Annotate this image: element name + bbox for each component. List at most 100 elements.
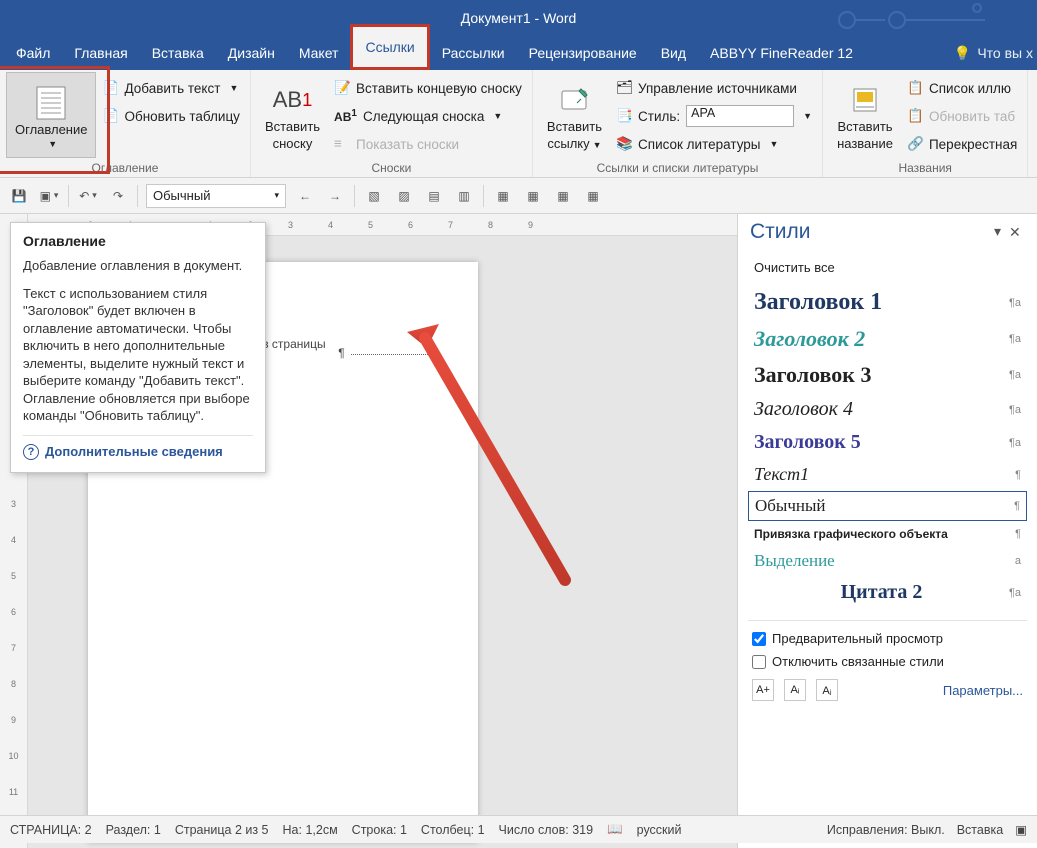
- new-style-icon[interactable]: A+: [752, 679, 774, 701]
- style-item[interactable]: Привязка графического объекта¶: [748, 523, 1027, 545]
- preview-checkbox[interactable]: Предварительный просмотр: [752, 631, 1023, 646]
- tab-insert[interactable]: Вставка: [140, 36, 216, 70]
- window-decoration-icon: [827, 2, 997, 34]
- tab-file[interactable]: Файл: [4, 36, 62, 70]
- tooltip-text-1: Добавление оглавления в документ.: [23, 257, 253, 275]
- demote-icon[interactable]: →: [324, 185, 346, 207]
- tab-layout[interactable]: Макет: [287, 36, 351, 70]
- group-footnotes: AB1 Вставить сноску 📝 Вставить концевую …: [251, 70, 533, 177]
- toc-tooltip: Оглавление Добавление оглавления в докум…: [10, 222, 266, 473]
- footnote-icon: AB1: [275, 83, 309, 117]
- group-label-captions: Названия: [829, 161, 1021, 177]
- tooltip-text-2: Текст с использованием стиля "Заголовок"…: [23, 285, 253, 425]
- style-item[interactable]: Заголовок 1¶a: [748, 285, 1027, 320]
- tab-references[interactable]: Ссылки: [350, 24, 429, 70]
- help-icon: ?: [23, 444, 39, 460]
- add-text-icon: 📄: [102, 80, 118, 96]
- manage-styles-icon[interactable]: Aⱼ: [816, 679, 838, 701]
- style-icon: 📑: [616, 108, 632, 124]
- show-first-line-icon[interactable]: ▥: [453, 185, 475, 207]
- styles-parameters-link[interactable]: Параметры...: [943, 683, 1023, 698]
- style-item[interactable]: Цитата 2¶a: [748, 577, 1027, 608]
- citation-style-picker[interactable]: 📑 Стиль: APA ▼: [612, 104, 816, 128]
- lightbulb-icon: 💡: [954, 45, 971, 62]
- manage-sources-button[interactable]: 🗂 Управление источниками: [612, 76, 816, 100]
- style-item[interactable]: Обычный¶: [748, 491, 1027, 521]
- tab-abbyy[interactable]: ABBYY FineReader 12: [698, 36, 865, 70]
- bibliography-icon: 📚: [616, 136, 632, 152]
- tab-review[interactable]: Рецензирование: [517, 36, 649, 70]
- table-of-figures-button[interactable]: 📋 Список иллю: [903, 76, 1021, 100]
- next-footnote-button[interactable]: AB1 Следующая сноска▼: [330, 104, 526, 128]
- status-position[interactable]: На: 1,2см: [283, 823, 338, 837]
- tell-me-more-link[interactable]: ? Дополнительные сведения: [23, 435, 253, 460]
- insert-endnote-button[interactable]: 📝 Вставить концевую сноску: [330, 76, 526, 100]
- title-bar: Документ1 - Word: [0, 0, 1037, 36]
- group-label-toc: Оглавление: [6, 161, 244, 177]
- status-word-count[interactable]: Число слов: 319: [499, 823, 594, 837]
- style-item[interactable]: Заголовок 5¶a: [748, 427, 1027, 458]
- insert-caption-button[interactable]: Вставить название: [829, 72, 901, 158]
- status-column[interactable]: Столбец: 1: [421, 823, 485, 837]
- bibliography-button[interactable]: 📚 Список литературы▼: [612, 132, 816, 156]
- outline-misc3-icon[interactable]: ▦: [582, 185, 604, 207]
- status-insert-mode[interactable]: Вставка: [957, 823, 1003, 837]
- outline-misc1-icon[interactable]: ▦: [522, 185, 544, 207]
- show-footnotes-button[interactable]: ≡ Показать сноски: [330, 132, 526, 156]
- disable-linked-checkbox[interactable]: Отключить связанные стили: [752, 654, 1023, 669]
- toc-button[interactable]: Оглавление ▼: [6, 72, 96, 158]
- qat-dropdown-icon[interactable]: ▣▾: [38, 185, 60, 207]
- tab-mailings[interactable]: Рассылки: [430, 36, 517, 70]
- style-item[interactable]: Заголовок 3¶a: [748, 358, 1027, 392]
- tell-me[interactable]: 💡 Что вы х: [954, 45, 1033, 62]
- status-line[interactable]: Строка: 1: [352, 823, 407, 837]
- proofing-icon[interactable]: 📖: [607, 822, 623, 837]
- group-label-footnotes: Сноски: [257, 161, 526, 177]
- status-track-changes[interactable]: Исправления: Выкл.: [827, 823, 945, 837]
- undo-icon[interactable]: ↶▾: [77, 185, 99, 207]
- tab-home[interactable]: Главная: [62, 36, 139, 70]
- style-item[interactable]: Заголовок 2¶a: [748, 322, 1027, 356]
- heading-level-dropdown[interactable]: Обычный ▾: [146, 184, 286, 208]
- caption-icon: [848, 83, 882, 117]
- style-item[interactable]: Заголовок 4¶a: [748, 394, 1027, 425]
- citation-icon: [557, 83, 591, 117]
- insert-citation-button[interactable]: Вставить ссылку▼: [539, 72, 610, 158]
- group-label-citations: Ссылки и списки литературы: [539, 161, 816, 177]
- style-inspector-icon[interactable]: Aᵢ: [784, 679, 806, 701]
- status-language[interactable]: русский: [637, 823, 682, 837]
- styles-pane-title: Стили: [750, 220, 994, 244]
- group-captions: Вставить название 📋 Список иллю 📋 Обнови…: [823, 70, 1028, 177]
- insert-footnote-button[interactable]: AB1 Вставить сноску: [257, 72, 328, 158]
- collapse-icon[interactable]: ▨: [393, 185, 415, 207]
- macro-record-icon[interactable]: ▣: [1015, 822, 1027, 837]
- status-page-of[interactable]: Страница 2 из 5: [175, 823, 269, 837]
- redo-icon[interactable]: ↷: [107, 185, 129, 207]
- manage-sources-icon: 🗂: [616, 80, 632, 96]
- add-text-button[interactable]: 📄 Добавить текст▼: [98, 76, 243, 100]
- clear-formatting-button[interactable]: Очистить все: [748, 256, 1027, 279]
- tab-design[interactable]: Дизайн: [216, 36, 287, 70]
- ribbon-tabs: Файл Главная Вставка Дизайн Макет Ссылки…: [0, 36, 1037, 70]
- show-formatting-icon[interactable]: ▦: [492, 185, 514, 207]
- update-figures-button[interactable]: 📋 Обновить таб: [903, 104, 1021, 128]
- outline-misc2-icon[interactable]: ▦: [552, 185, 574, 207]
- outline-toolbar: 💾 ▣▾ ↶▾ ↷ Обычный ▾ ← → ▧ ▨ ▤ ▥ ▦ ▦ ▦ ▦: [0, 178, 1037, 214]
- style-item[interactable]: Выделениеa: [748, 547, 1027, 575]
- status-page[interactable]: СТРАНИЦА: 2: [10, 823, 92, 837]
- status-section[interactable]: Раздел: 1: [106, 823, 161, 837]
- update-icon: 📄: [102, 108, 118, 124]
- styles-options-icon[interactable]: ▾: [994, 223, 1001, 240]
- toc-icon: [34, 86, 68, 120]
- update-table-button[interactable]: 📄 Обновить таблицу: [98, 104, 243, 128]
- expand-icon[interactable]: ▧: [363, 185, 385, 207]
- cross-reference-button[interactable]: 🔗 Перекрестная: [903, 132, 1021, 156]
- tab-view[interactable]: Вид: [649, 36, 698, 70]
- promote-icon[interactable]: ←: [294, 185, 316, 207]
- close-icon[interactable]: ✕: [1009, 224, 1025, 240]
- group-citations: Вставить ссылку▼ 🗂 Управление источникам…: [533, 70, 823, 177]
- save-icon[interactable]: 💾: [8, 185, 30, 207]
- update-fig-icon: 📋: [907, 108, 923, 124]
- style-item[interactable]: Текст1¶: [748, 460, 1027, 489]
- show-level-icon[interactable]: ▤: [423, 185, 445, 207]
